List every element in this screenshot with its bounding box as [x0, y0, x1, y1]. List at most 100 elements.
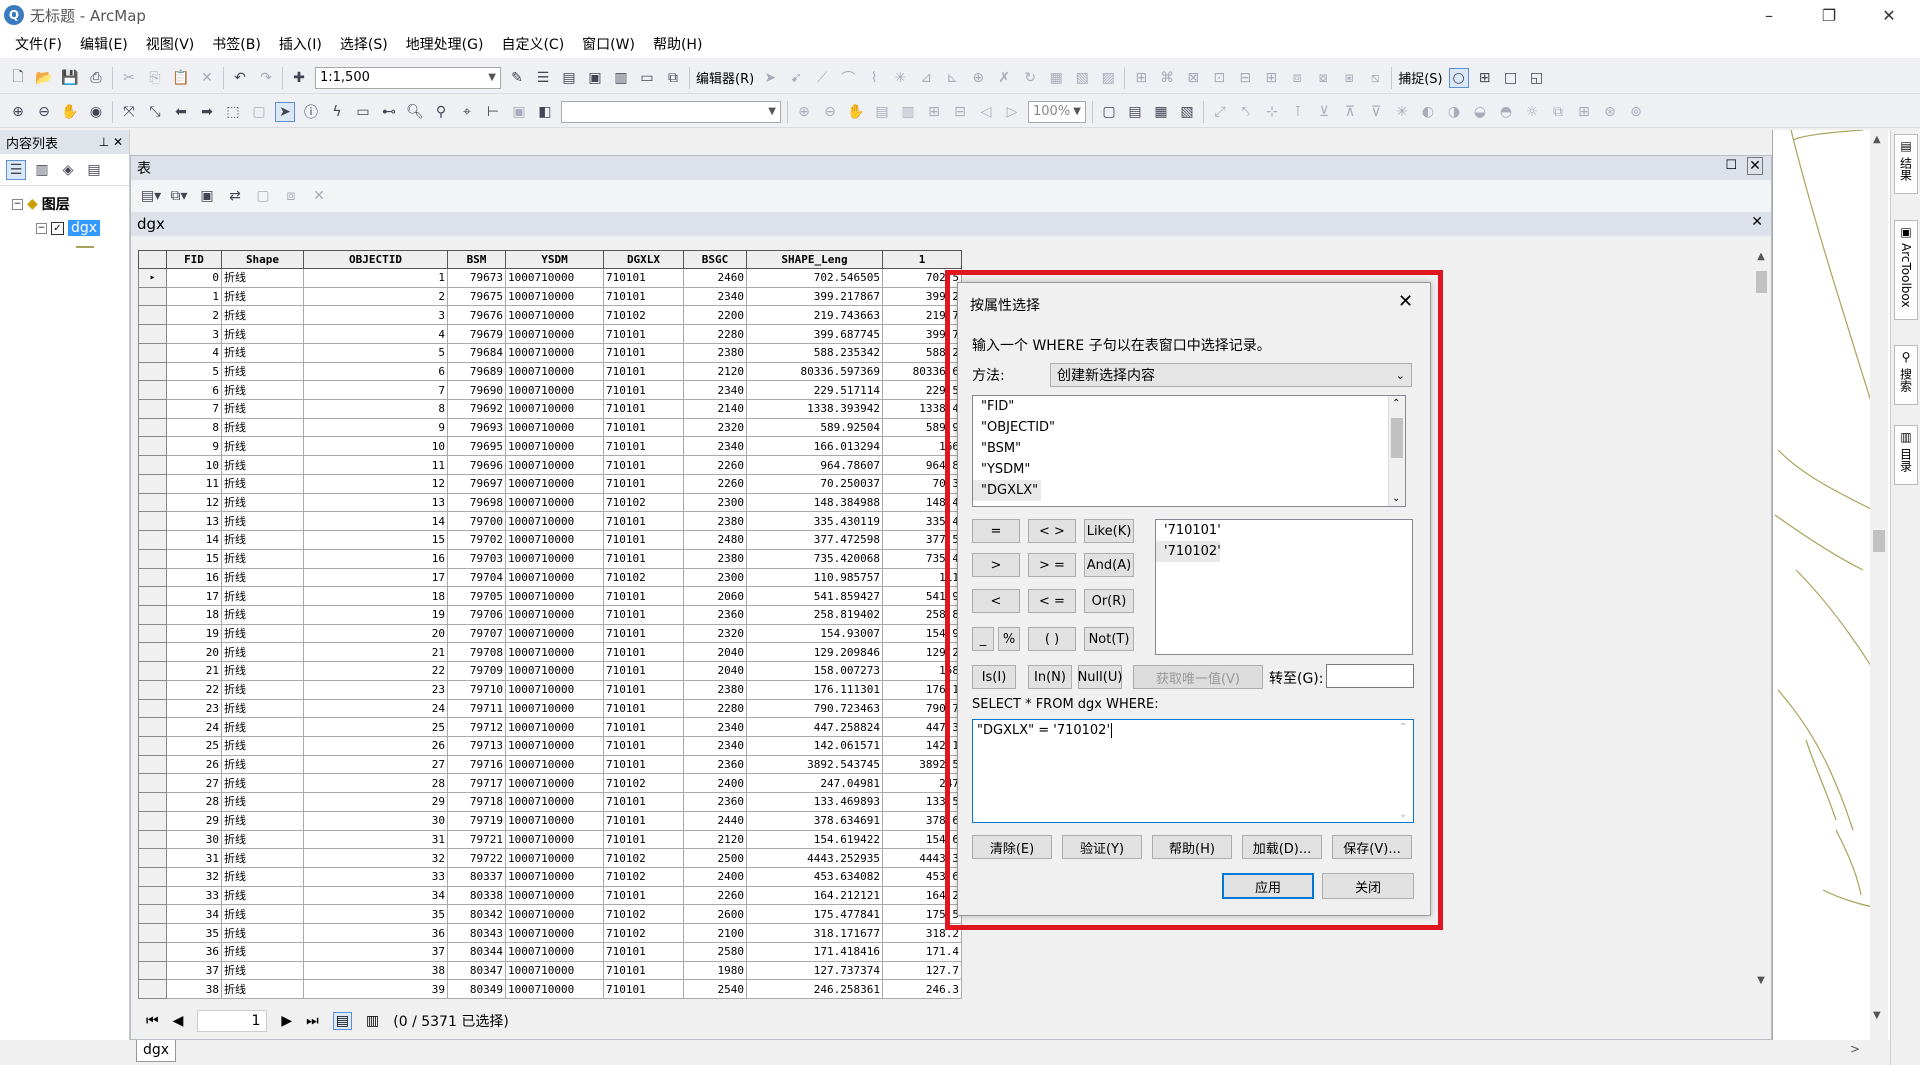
unique-values-list[interactable]: '710101' '710102': [1155, 519, 1413, 655]
cell-ysdm[interactable]: 1000710000: [505, 960, 604, 981]
cell-col-1[interactable]: 735.4: [882, 548, 962, 569]
modelbuilder-icon[interactable]: ⧉: [663, 68, 683, 88]
cell-dgxlx[interactable]: 710101: [603, 455, 684, 475]
cell-shape-leng[interactable]: 4443.252935: [746, 848, 883, 868]
trace-icon[interactable]: ⌇: [864, 68, 884, 88]
table-row[interactable]: ▸ 0 折线 1 79673 1000710000 710101 2460 702.546505…: [138, 268, 962, 288]
cell-shape-leng[interactable]: 453.634082: [746, 867, 883, 887]
op-percent-button[interactable]: %: [998, 627, 1020, 651]
cell-bsm[interactable]: 80338: [447, 885, 506, 906]
focus-frame-icon[interactable]: ▤: [1125, 102, 1145, 122]
cell-objectid[interactable]: 30: [303, 810, 448, 831]
row-selector[interactable]: [138, 717, 167, 737]
cell-bsgc[interactable]: 2140: [683, 399, 747, 419]
dialog-close-icon[interactable]: ✕: [1398, 291, 1413, 312]
cell-fid[interactable]: 7: [166, 399, 222, 419]
cell-col-1[interactable]: 148.4: [882, 492, 962, 513]
cell-bsm[interactable]: 79689: [447, 361, 506, 382]
toc-layer-dgx[interactable]: − ✓ dgx: [0, 216, 129, 240]
cell-dgxlx[interactable]: 710101: [603, 268, 684, 288]
cell-shape[interactable]: 折线: [221, 885, 304, 906]
dock-arctoolbox-tab[interactable]: ▣ ArcToolbox: [1894, 220, 1918, 320]
cell-bsgc[interactable]: 2460: [683, 268, 747, 288]
html-popup-icon[interactable]: ▭: [353, 102, 373, 122]
cell-dgxlx[interactable]: 710101: [603, 417, 684, 438]
cell-objectid[interactable]: 5: [303, 342, 448, 363]
cell-shape-leng[interactable]: 164.212121: [746, 885, 883, 906]
delete-selected-icon[interactable]: ✕: [309, 186, 329, 206]
topology-icon[interactable]: ⊞: [1131, 68, 1151, 88]
cell-ysdm[interactable]: 1000710000: [505, 698, 604, 719]
cell-bsm[interactable]: 80344: [447, 941, 506, 962]
cell-ysdm[interactable]: 1000710000: [505, 941, 604, 962]
cell-dgxlx[interactable]: 710101: [603, 698, 684, 719]
row-selector[interactable]: [138, 548, 167, 569]
cell-dgxlx[interactable]: 710101: [603, 586, 684, 606]
verify-button[interactable]: 验证(Y): [1062, 835, 1142, 859]
cell-shape[interactable]: 折线: [221, 399, 304, 419]
cell-fid[interactable]: 1: [166, 286, 222, 307]
cell-col-1[interactable]: 171.4: [882, 941, 962, 962]
cell-fid[interactable]: 37: [166, 960, 222, 981]
viewer-window-icon[interactable]: ▣: [509, 102, 529, 122]
cell-dgxlx[interactable]: 710101: [603, 829, 684, 850]
cell-col-1[interactable]: 229.5: [882, 380, 962, 401]
cell-fid[interactable]: 34: [166, 904, 222, 925]
cell-fid[interactable]: 20: [166, 642, 222, 663]
cell-ysdm[interactable]: 1000710000: [505, 904, 604, 925]
cell-bsgc[interactable]: 2120: [683, 361, 747, 382]
cell-dgxlx[interactable]: 710102: [603, 848, 684, 868]
cell-ysdm[interactable]: 1000710000: [505, 848, 604, 868]
table-row[interactable]: 23 折线 24 79711 1000710000 710101 2280 790.72346…: [138, 698, 962, 719]
cell-shape[interactable]: 折线: [221, 567, 304, 588]
table-row[interactable]: 15 折线 16 79703 1000710000 710101 2380 735.42006…: [138, 548, 962, 569]
find-icon[interactable]: 🔍︎: [405, 102, 425, 122]
table-row[interactable]: 30 折线 31 79721 1000710000 710101 2120 154.61942…: [138, 829, 962, 850]
table-row[interactable]: 4 折线 5 79684 1000710000 710101 2380 588.235342 5…: [138, 342, 962, 363]
table-row[interactable]: 38 折线 39 80349 1000710000 710101 2540 246.25836…: [138, 979, 962, 1000]
cell-ysdm[interactable]: 1000710000: [505, 399, 604, 419]
cell-ysdm[interactable]: 1000710000: [505, 979, 604, 1000]
cell-objectid[interactable]: 39: [303, 979, 448, 1000]
layout-forward-icon[interactable]: ▷: [1002, 102, 1022, 122]
dock-catalog-tab[interactable]: ▥ 目录: [1894, 425, 1918, 485]
row-selector[interactable]: [138, 286, 167, 307]
cell-shape[interactable]: 折线: [221, 473, 304, 494]
edit-tool-icon[interactable]: ➤: [760, 68, 780, 88]
cell-col-1[interactable]: 70.3: [882, 473, 962, 494]
cell-ysdm[interactable]: 1000710000: [505, 305, 604, 326]
cell-bsgc[interactable]: 2400: [683, 867, 747, 887]
table-options-icon[interactable]: ▤▾: [141, 186, 161, 206]
cell-dgxlx[interactable]: 710101: [603, 342, 684, 363]
cell-fid[interactable]: 29: [166, 810, 222, 831]
undo-icon[interactable]: ↶: [230, 68, 250, 88]
cell-col-1[interactable]: 453.6: [882, 867, 962, 887]
table-row[interactable]: 5 折线 6 79689 1000710000 710101 2120 80336.59736…: [138, 361, 962, 382]
cell-ysdm[interactable]: 1000710000: [505, 548, 604, 569]
row-selector[interactable]: [138, 417, 167, 438]
cell-objectid[interactable]: 4: [303, 324, 448, 344]
georef-icon[interactable]: ⌘: [1157, 68, 1177, 88]
time-slider-icon[interactable]: ⊢: [483, 102, 503, 122]
maximize-icon[interactable]: ☐: [1725, 158, 1737, 173]
row-selector[interactable]: [138, 848, 167, 868]
cell-dgxlx[interactable]: 710102: [603, 923, 684, 943]
menu-view[interactable]: 视图(V): [137, 34, 204, 54]
cell-shape-leng[interactable]: 176.111301: [746, 679, 883, 700]
cut-icon[interactable]: ✂: [119, 68, 139, 88]
cell-shape[interactable]: 折线: [221, 773, 304, 794]
switch-selection-icon[interactable]: ⇄: [225, 186, 245, 206]
cell-shape-leng[interactable]: 258.819402: [746, 604, 883, 625]
cell-shape[interactable]: 折线: [221, 960, 304, 981]
cell-col-1[interactable]: 1338.4: [882, 399, 962, 419]
toggle-draft-icon[interactable]: ▢: [1099, 102, 1119, 122]
op-not-equal-button[interactable]: < >: [1028, 519, 1076, 543]
map-vertical-scrollbar[interactable]: ▲ ▼: [1870, 130, 1888, 1040]
cell-bsgc[interactable]: 2320: [683, 623, 747, 644]
cell-col-1[interactable]: 377.5: [882, 530, 962, 550]
row-selector[interactable]: [138, 698, 167, 719]
cell-bsm[interactable]: 80343: [447, 923, 506, 943]
cell-ysdm[interactable]: 1000710000: [505, 473, 604, 494]
cell-shape-leng[interactable]: 219.743663: [746, 305, 883, 326]
layout-fixed-in-icon[interactable]: ⊞: [924, 102, 944, 122]
